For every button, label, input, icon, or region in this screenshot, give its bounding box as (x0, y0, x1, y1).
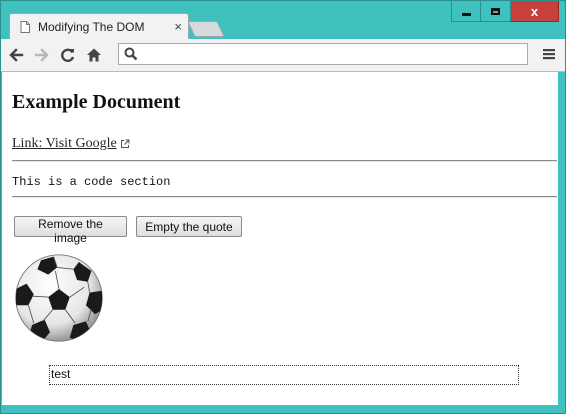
browser-tab[interactable]: Modifying The DOM × (9, 13, 189, 39)
external-link-icon (120, 139, 130, 148)
browser-toolbar (1, 39, 565, 72)
horizontal-rule-top (12, 160, 557, 162)
page-icon (20, 20, 30, 33)
soccer-ball-image (15, 254, 103, 342)
forward-arrow-icon (34, 48, 49, 62)
new-tab-button[interactable] (187, 21, 225, 37)
back-arrow-icon (9, 48, 24, 62)
empty-quote-button[interactable]: Empty the quote (136, 216, 242, 237)
hamburger-menu-icon[interactable] (541, 46, 557, 62)
page-title: Example Document (12, 91, 181, 113)
horizontal-rule-bottom (12, 196, 557, 198)
close-icon: x (530, 3, 539, 19)
reload-button[interactable] (57, 44, 79, 66)
address-bar[interactable] (118, 43, 528, 65)
page-content: Example Document Link: Visit Google This… (2, 72, 558, 405)
back-button[interactable] (5, 44, 27, 66)
search-icon (124, 47, 138, 61)
home-button[interactable] (83, 44, 105, 66)
quote-block: test (49, 365, 519, 385)
tab-title: Modifying The DOM (38, 19, 145, 34)
forward-button[interactable] (31, 44, 53, 66)
close-button[interactable]: x (511, 1, 559, 22)
remove-image-button[interactable]: Remove the image (14, 216, 127, 245)
browser-window: x Modifying The DOM × Example Document L… (0, 0, 566, 414)
home-icon (87, 48, 101, 62)
minimize-button[interactable] (451, 1, 481, 22)
window-controls: x (451, 1, 559, 22)
address-input[interactable] (143, 44, 527, 64)
maximize-icon (491, 7, 500, 15)
reload-icon (61, 48, 75, 62)
tab-close-icon[interactable]: × (174, 19, 182, 34)
code-section: This is a code section (12, 175, 171, 189)
maximize-button[interactable] (481, 1, 511, 22)
visit-google-link[interactable]: Link: Visit Google (12, 136, 130, 152)
minimize-icon (461, 12, 471, 16)
link-text: Link: Visit Google (12, 136, 117, 151)
